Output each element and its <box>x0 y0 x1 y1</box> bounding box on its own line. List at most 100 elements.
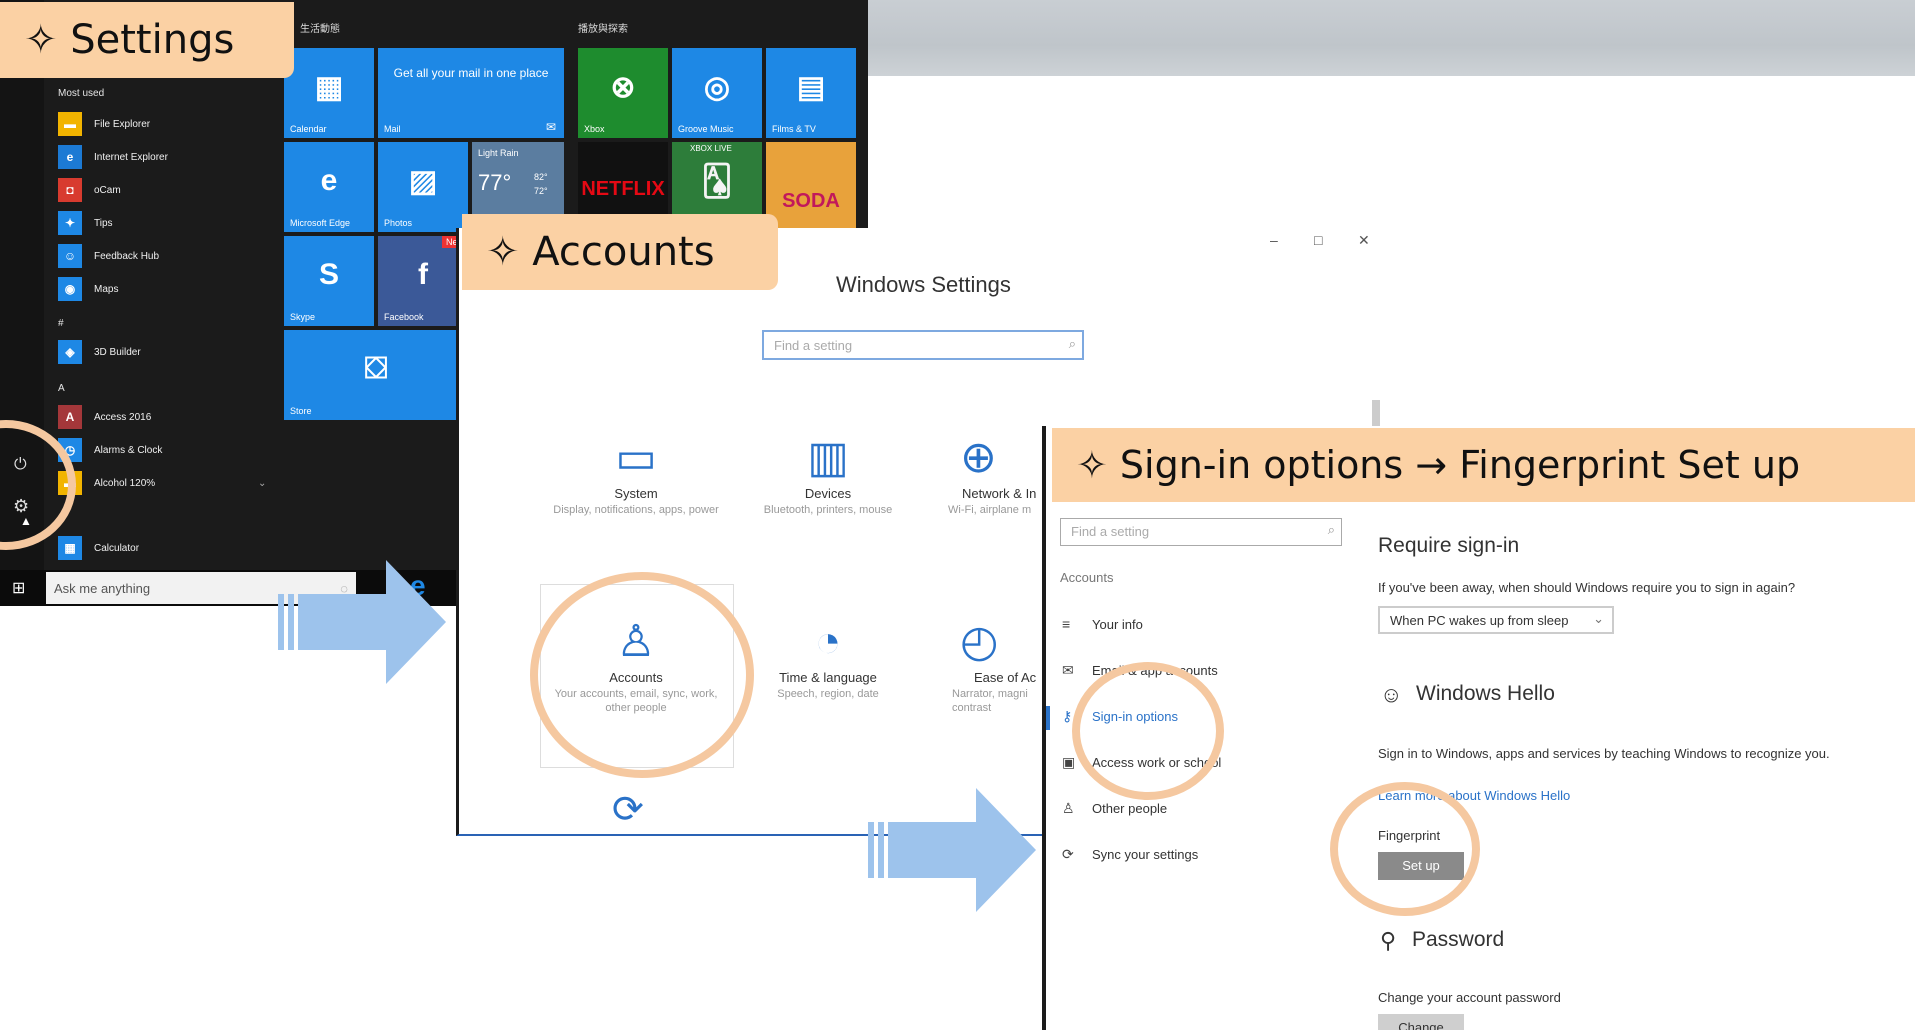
film-icon: ▤ <box>796 71 826 104</box>
tile-facebook[interactable]: f New Facebook <box>378 236 468 326</box>
windows-icon[interactable]: ⊞ <box>12 578 25 598</box>
category-ease-of-access[interactable]: ◴ Ease of Ac Narrator, magni contrast <box>920 614 1044 715</box>
globe-icon: ⊕ <box>960 433 997 482</box>
app-alarms[interactable]: ◷ Alarms & Clock <box>58 438 162 462</box>
envelope-icon: ✉ <box>1062 662 1074 678</box>
app-access[interactable]: A Access 2016 <box>58 405 151 429</box>
nav-selection-bar <box>1046 706 1050 730</box>
callout-label: ✧ Accounts <box>486 229 715 275</box>
search-placeholder: Ask me anything <box>54 580 151 596</box>
settings-search-input[interactable]: Find a setting ⌕ <box>762 330 1084 360</box>
callout-signin: ✧ Sign-in options → Fingerprint Set up <box>1052 428 1915 502</box>
category-name: System <box>614 486 658 501</box>
nav-item-sync[interactable]: ⟳ Sync your settings <box>1062 846 1198 863</box>
window-controls: – □ ✕ <box>1260 232 1380 254</box>
nav-section-label: Accounts <box>1060 570 1114 585</box>
lightbulb-icon: ✦ <box>58 211 82 235</box>
search-placeholder: Find a setting <box>1071 524 1150 539</box>
search-placeholder: Find a setting <box>774 338 853 353</box>
tile-edge[interactable]: e Microsoft Edge <box>284 142 374 232</box>
skype-icon: S <box>318 258 339 291</box>
xbox-icon: ⊗ <box>610 71 636 104</box>
search-icon: ⌕ <box>1327 522 1335 537</box>
highlight-circle-setup <box>1330 782 1480 916</box>
ease-of-access-icon: ◴ <box>960 617 999 666</box>
tile-label: Xbox <box>584 124 605 134</box>
nav-label: Sync your settings <box>1092 847 1199 862</box>
store-icon: ⛋ <box>364 352 388 385</box>
chevron-down-icon[interactable]: ⌄ <box>258 478 266 489</box>
cube-icon: ◈ <box>58 340 82 364</box>
update-icon: ⟳ <box>612 790 644 830</box>
scrollbar[interactable] <box>1372 400 1380 426</box>
category-devices[interactable]: ▥ Devices Bluetooth, printers, mouse <box>743 430 913 517</box>
app-internet-explorer[interactable]: e Internet Explorer <box>58 145 168 169</box>
app-maps[interactable]: ◉ Maps <box>58 277 118 301</box>
app-ocam[interactable]: ◘ oCam <box>58 178 121 202</box>
category-desc: Narrator, magni contrast <box>952 688 1028 714</box>
most-used-label: Most used <box>58 88 105 99</box>
ie-icon: e <box>58 145 82 169</box>
arrow-right-icon <box>868 788 1036 912</box>
calendar-icon: ▦ <box>314 71 344 104</box>
tile-calendar[interactable]: ▦ Calendar <box>284 48 374 138</box>
access-icon: A <box>58 405 82 429</box>
nav-item-other-people[interactable]: ♙ Other people <box>1062 800 1167 817</box>
app-label: Access 2016 <box>94 411 152 423</box>
close-icon[interactable]: ✕ <box>1358 232 1370 249</box>
app-tips[interactable]: ✦ Tips <box>58 211 113 235</box>
weather-lo: 72° <box>534 186 548 196</box>
category-time-language[interactable]: ◔ Time & language Speech, region, date <box>743 614 913 701</box>
tile-groove[interactable]: ◎ Groove Music <box>672 48 762 138</box>
app-calculator[interactable]: ▦ Calculator <box>58 536 139 560</box>
weather-temp: 77° <box>478 170 512 195</box>
weather-title: Light Rain <box>478 148 519 158</box>
app-label: File Explorer <box>94 118 151 130</box>
highlight-circle-accounts <box>530 572 754 778</box>
person-add-icon: ♙ <box>1062 800 1075 816</box>
background-strip <box>868 0 1915 76</box>
app-label: Calculator <box>94 542 140 554</box>
laptop-icon: ▭ <box>615 433 657 482</box>
tile-skype[interactable]: S Skype <box>284 236 374 326</box>
hello-icon: ☺ <box>1380 682 1403 707</box>
tile-mail[interactable]: Get all your mail in one place Mail ✉ <box>378 48 564 138</box>
sync-icon: ⟳ <box>1062 846 1074 862</box>
tile-label: Films & TV <box>772 124 816 134</box>
app-3d-builder[interactable]: ◈ 3D Builder <box>58 340 141 364</box>
app-label: Feedback Hub <box>94 250 160 262</box>
tile-label: Microsoft Edge <box>290 218 351 228</box>
maximize-icon[interactable]: □ <box>1314 232 1322 248</box>
category-system[interactable]: ▭ System Display, notifications, apps, pow… <box>551 430 721 517</box>
signin-search-input[interactable]: Find a setting ⌕ <box>1060 518 1342 546</box>
require-signin-dropdown[interactable]: When PC wakes up from sleep ⌄ <box>1378 606 1614 634</box>
app-feedback-hub[interactable]: ☺ Feedback Hub <box>58 244 159 268</box>
xbox-live-badge: XBOX LIVE <box>690 144 732 153</box>
tile-store[interactable]: ⛋ Store <box>284 330 468 420</box>
app-label: Maps <box>94 283 119 295</box>
person-card-icon: ≡ <box>1062 616 1071 632</box>
photo-icon: ▨ <box>408 165 438 198</box>
category-name: Ease of Ac <box>974 670 1037 685</box>
tile-films[interactable]: ▤ Films & TV <box>766 48 856 138</box>
category-name: Time & language <box>779 670 877 685</box>
tile-xbox[interactable]: ⊗ Xbox <box>578 48 668 138</box>
nav-label: Other people <box>1092 801 1168 816</box>
category-desc: Wi-Fi, airplane m <box>948 504 1032 516</box>
tile-candy[interactable]: SODA <box>766 142 856 232</box>
callout-label: ✧ Settings <box>24 17 235 63</box>
mail-tile-text: Get all your mail in one place <box>393 66 549 80</box>
tile-label: Photos <box>384 218 413 228</box>
nav-item-your-info[interactable]: ≡ Your info <box>1062 616 1143 632</box>
category-name: Devices <box>804 486 852 501</box>
app-file-explorer[interactable]: ▬ File Explorer <box>58 112 150 136</box>
minimize-icon[interactable]: – <box>1270 232 1278 248</box>
change-password-button[interactable]: Change <box>1378 1014 1464 1030</box>
candy-label: SODA <box>782 190 840 212</box>
highlight-circle-signin <box>1072 662 1224 800</box>
window-title: Windows Settings <box>836 272 1011 297</box>
require-signin-desc: If you've been away, when should Windows… <box>1378 580 1796 595</box>
app-list: Most used ▬ File Explorer e Internet Explo… <box>46 0 282 570</box>
tile-photos[interactable]: ▨ Photos <box>378 142 468 232</box>
category-network[interactable]: ⊕ Network & In Wi-Fi, airplane m <box>920 430 1044 517</box>
